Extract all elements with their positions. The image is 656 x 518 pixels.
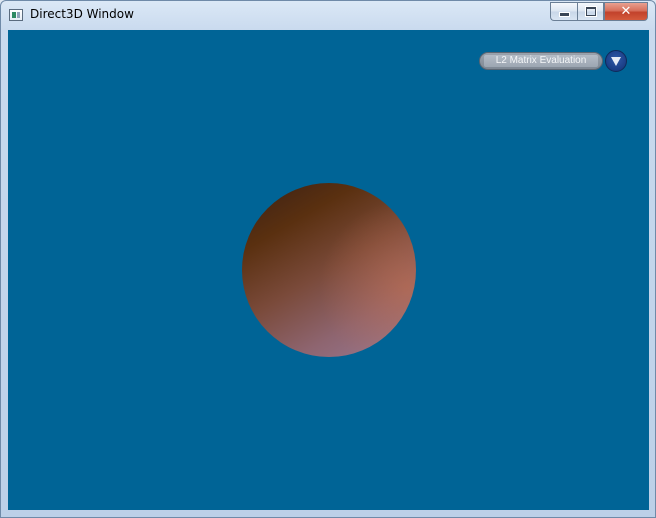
rendered-sphere bbox=[242, 183, 416, 357]
maximize-button[interactable] bbox=[577, 2, 604, 21]
sample-dropdown[interactable]: L2 Matrix Evaluation bbox=[479, 52, 603, 70]
minimize-icon bbox=[558, 12, 570, 17]
close-button[interactable]: ✕ bbox=[604, 2, 648, 21]
dropdown-selected-value[interactable]: L2 Matrix Evaluation bbox=[484, 55, 598, 67]
render-viewport[interactable]: L2 Matrix Evaluation bbox=[8, 30, 649, 510]
close-icon: ✕ bbox=[620, 4, 632, 19]
title-bar[interactable]: Direct3D Window ✕ bbox=[1, 1, 655, 29]
application-icon[interactable] bbox=[9, 9, 23, 21]
window-title: Direct3D Window bbox=[30, 7, 134, 21]
minimize-button[interactable] bbox=[550, 2, 577, 21]
chevron-down-icon[interactable] bbox=[605, 50, 627, 72]
maximize-icon bbox=[585, 7, 596, 16]
direct3d-window: Direct3D Window ✕ L2 Matrix Evaluation bbox=[0, 0, 656, 518]
caption-buttons: ✕ bbox=[550, 2, 648, 21]
